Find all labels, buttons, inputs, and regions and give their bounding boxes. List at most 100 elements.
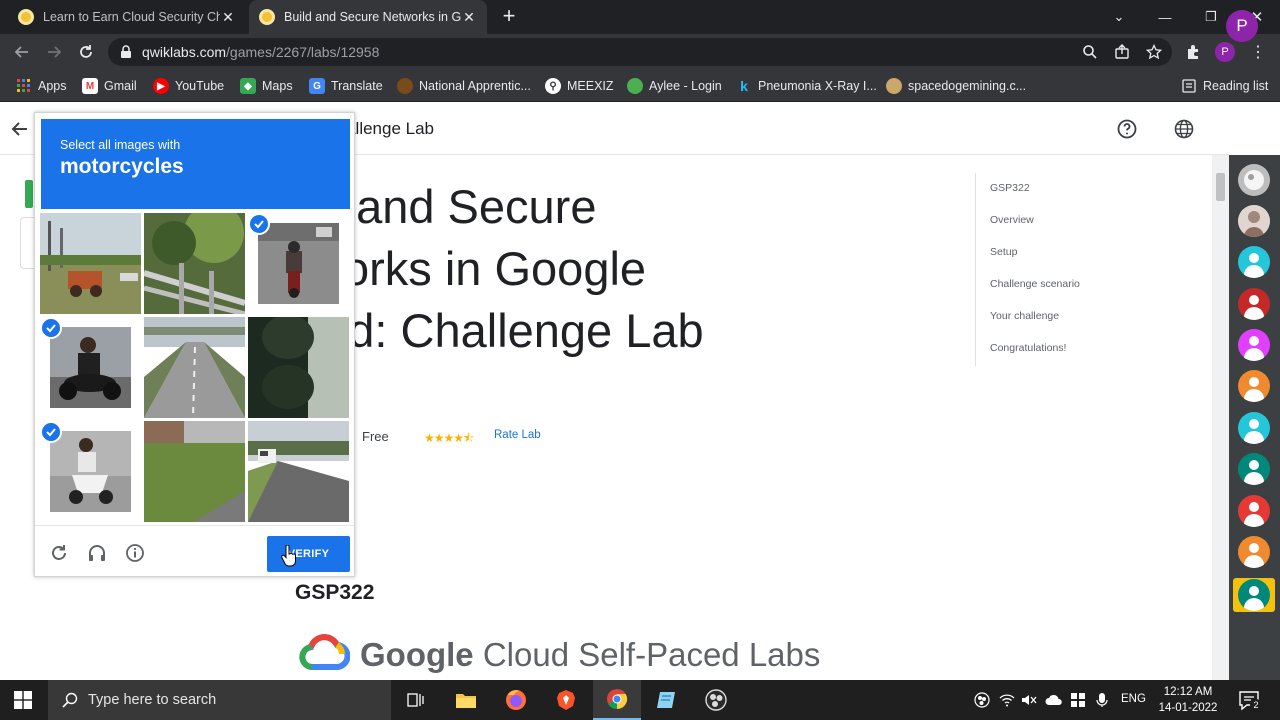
kaggle-icon: k	[740, 78, 748, 94]
share-icon[interactable]	[1112, 42, 1132, 62]
system-clock[interactable]: 12:12 AM 14-01-2022	[1156, 684, 1220, 716]
captcha-tile-van-road[interactable]	[248, 421, 349, 522]
new-tab-button[interactable]: +	[497, 5, 521, 29]
start-lab-button-edge[interactable]	[25, 180, 33, 208]
participant-avatar[interactable]	[1238, 495, 1270, 527]
input-language[interactable]: ENG	[1121, 693, 1146, 705]
bookmark-meexiz[interactable]: ⚲ MEEXIZ	[545, 76, 614, 96]
close-tab-icon[interactable]: ✕	[461, 9, 477, 26]
cloud-tray-icon[interactable]	[1045, 691, 1063, 709]
tab-search-chevron-icon[interactable]: ⌄	[1096, 0, 1142, 34]
participant-avatar-photo[interactable]	[1238, 164, 1270, 196]
bookmark-star-icon[interactable]	[1144, 42, 1164, 62]
table-of-contents: GSP322 Overview Setup Challenge scenario…	[975, 173, 1175, 366]
file-explorer-icon[interactable]	[442, 680, 490, 720]
reload-button[interactable]	[74, 40, 98, 64]
user-avatar[interactable]: P	[1226, 10, 1258, 42]
toc-item-challenge-scenario[interactable]: Challenge scenario	[990, 278, 1080, 290]
bookmark-apps[interactable]: Apps	[16, 76, 67, 96]
obs-tray-icon[interactable]	[973, 691, 991, 709]
captcha-tile-motorcycle-road[interactable]	[248, 213, 349, 314]
tab-build-secure-networks[interactable]: Build and Secure Networks in Go ✕	[249, 0, 487, 34]
profile-avatar: P	[1215, 42, 1235, 62]
toc-item-your-challenge[interactable]: Your challenge	[990, 310, 1059, 322]
chrome-icon[interactable]	[593, 680, 641, 720]
bookmark-translate[interactable]: G Translate	[309, 76, 383, 96]
participant-avatar-selected[interactable]	[1238, 579, 1270, 611]
bookmark-spacedogemining[interactable]: spacedogemining.c...	[886, 76, 1026, 96]
captcha-tile-field-tractor[interactable]	[40, 213, 141, 314]
rate-lab-link[interactable]: Rate Lab	[494, 429, 541, 441]
captcha-tile-highway[interactable]	[144, 317, 245, 418]
security-shield-icon[interactable]	[1069, 691, 1087, 709]
wifi-icon[interactable]	[998, 691, 1016, 709]
audio-challenge-headphones-icon[interactable]	[86, 542, 108, 564]
forward-button[interactable]	[42, 40, 66, 64]
participant-avatar[interactable]	[1238, 412, 1270, 444]
address-bar[interactable]: qwiklabs.com/games/2267/labs/12958	[108, 38, 1172, 66]
task-view-icon[interactable]	[392, 680, 440, 720]
brave-browser-icon[interactable]	[542, 680, 590, 720]
tab-title: Build and Secure Networks in Go	[284, 10, 461, 24]
firefox-icon[interactable]	[492, 680, 540, 720]
qwiklabs-favicon-icon	[18, 9, 34, 25]
captcha-tile-fence-foliage[interactable]	[144, 213, 245, 314]
minimize-button[interactable]: —	[1142, 0, 1188, 34]
help-icon[interactable]	[1116, 118, 1138, 140]
toc-item-setup[interactable]: Setup	[990, 246, 1017, 258]
captcha-tile-grass-road[interactable]	[144, 421, 245, 522]
toc-item-overview[interactable]: Overview	[990, 214, 1034, 226]
participant-avatar[interactable]	[1238, 246, 1270, 278]
lab-title-line: tworks in Google	[296, 242, 647, 295]
participant-avatar[interactable]	[1238, 453, 1270, 485]
zoom-search-icon[interactable]	[1080, 42, 1100, 62]
bookmarks-bar: Apps M Gmail ▶ YouTube ◆ Maps G Translate Na…	[0, 70, 1280, 102]
extensions-puzzle-icon[interactable]	[1183, 42, 1203, 62]
back-button[interactable]	[10, 40, 34, 64]
recaptcha-footer: VERIFY	[35, 525, 354, 577]
bookmark-national-apprentice[interactable]: National Apprentic...	[397, 76, 531, 96]
reload-challenge-icon[interactable]	[48, 542, 70, 564]
toc-item-congratulations[interactable]: Congratulations!	[990, 342, 1066, 354]
participant-avatar[interactable]	[1238, 329, 1270, 361]
obs-studio-icon[interactable]	[692, 680, 740, 720]
action-center-notification-icon[interactable]: 2	[1238, 689, 1262, 711]
language-globe-icon[interactable]	[1173, 118, 1195, 140]
page-scrollbar[interactable]	[1212, 155, 1229, 680]
scrollbar-thumb[interactable]	[1216, 173, 1225, 201]
windows-start-icon[interactable]	[14, 691, 32, 709]
reading-list-button[interactable]: Reading list	[1181, 76, 1268, 96]
participant-avatar[interactable]	[1238, 536, 1270, 568]
lab-title-line: oud: Challenge Lab	[296, 304, 704, 357]
participant-avatar[interactable]	[1238, 288, 1270, 320]
bookmark-label: MEEXIZ	[567, 79, 614, 93]
profile-button[interactable]: P	[1215, 42, 1235, 62]
close-tab-icon[interactable]: ✕	[220, 9, 236, 26]
rating-stars-icon: ★★★★⯪	[424, 431, 474, 445]
captcha-tile-scooter-rider[interactable]	[40, 421, 141, 522]
tab-cloud-security[interactable]: Learn to Earn Cloud Security Cha ✕	[8, 0, 246, 34]
bookmark-gmail[interactable]: M Gmail	[82, 76, 137, 96]
microphone-icon[interactable]	[1093, 691, 1111, 709]
back-arrow-icon[interactable]	[10, 119, 30, 139]
bookmark-label: spacedogemining.c...	[908, 79, 1027, 93]
toc-item-gsp322[interactable]: GSP322	[990, 182, 1030, 194]
notes-app-icon[interactable]	[642, 680, 690, 720]
translate-icon: G	[309, 78, 325, 94]
participant-avatar-photo[interactable]	[1238, 205, 1270, 237]
captcha-tile-motorcycle-rider[interactable]	[40, 317, 141, 418]
bookmark-maps[interactable]: ◆ Maps	[240, 76, 293, 96]
menu-kebab-icon[interactable]: ⋮	[1248, 42, 1268, 62]
google-cloud-self-paced-labs-wordmark: Google Cloud Self-Paced Labs	[360, 636, 820, 674]
verify-button[interactable]: VERIFY	[267, 536, 350, 572]
taskbar-search-input[interactable]: Type here to search	[48, 680, 391, 720]
bookmark-youtube[interactable]: ▶ YouTube	[153, 76, 224, 96]
bookmark-pneumonia-xray[interactable]: k Pneumonia X-Ray I...	[736, 76, 877, 96]
volume-muted-icon[interactable]	[1020, 691, 1038, 709]
bookmark-aylee-login[interactable]: Aylee - Login	[627, 76, 722, 96]
captcha-tile-dark-closeup[interactable]	[248, 317, 349, 418]
recaptcha-prompt: Select all images with	[60, 138, 181, 152]
info-icon[interactable]	[124, 542, 146, 564]
participant-avatar[interactable]	[1238, 370, 1270, 402]
price-label: Free	[362, 429, 389, 444]
